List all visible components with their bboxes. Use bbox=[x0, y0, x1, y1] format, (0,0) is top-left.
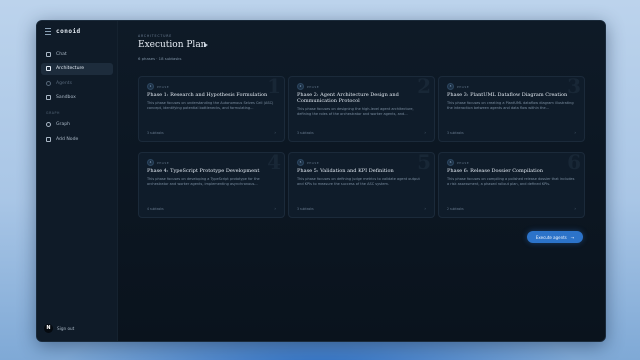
page-subtitle: 6 phases · 18 subtasks bbox=[138, 56, 182, 61]
chat-icon bbox=[46, 51, 51, 57]
phase-icon: 2 bbox=[297, 83, 304, 90]
phase-description: This phase focuses on defining judge met… bbox=[297, 177, 420, 186]
phase-label: PHASE bbox=[307, 84, 320, 89]
phase-title: Phase 1: Research and Hypothesis Formula… bbox=[147, 92, 268, 98]
subtask-count: 4 subtasks bbox=[147, 206, 164, 211]
sidebar-item-agents[interactable]: Agents bbox=[41, 77, 113, 89]
phase-description: This phase focuses on designing the high… bbox=[297, 107, 414, 116]
layers-icon bbox=[46, 66, 51, 71]
subtask-count: 3 subtasks bbox=[297, 206, 314, 211]
phase-label: PHASE bbox=[157, 160, 170, 165]
arrow-right-icon: → bbox=[570, 234, 575, 240]
menu-icon[interactable] bbox=[45, 28, 51, 35]
phase-header: 4 PHASE bbox=[147, 159, 169, 166]
brand: conoid bbox=[45, 28, 81, 35]
sidebar-item-label: Graph bbox=[56, 122, 71, 127]
avatar: N bbox=[44, 324, 53, 333]
arrow-right-icon[interactable]: › bbox=[574, 206, 576, 211]
phase-footer: 2 subtasks › bbox=[447, 206, 576, 211]
execute-agents-label: Execute agents bbox=[535, 234, 567, 240]
sidebar-item-sandbox[interactable]: Sandbox bbox=[41, 92, 113, 104]
sidebar-item-chat[interactable]: Chat bbox=[41, 48, 113, 60]
phase-card[interactable]: 4 4 PHASE Phase 4: TypeScript Prototype … bbox=[138, 152, 285, 218]
sidebar-item-architecture[interactable]: Architecture bbox=[41, 62, 113, 75]
phase-description: This phase focuses on developing a TypeS… bbox=[147, 177, 260, 186]
page-title: Execution Plan bbox=[138, 40, 207, 50]
phase-footer: 3 subtasks › bbox=[147, 130, 276, 135]
sidebar-item-label: Chat bbox=[56, 51, 67, 57]
section-label-graph: GRAPH bbox=[46, 110, 61, 115]
app-window: conoid Chat Architecture Agents Sandbox … bbox=[36, 20, 606, 342]
phase-icon: 6 bbox=[447, 159, 454, 166]
phase-footer: 3 subtasks › bbox=[447, 130, 576, 135]
main-content: ARCHITECTURE Execution Plan 6 phases · 1… bbox=[118, 21, 605, 341]
phase-description: This phase focuses on compiling a polish… bbox=[447, 177, 575, 186]
phase-footer: 3 subtasks › bbox=[297, 130, 426, 135]
phase-title: Phase 6: Release Dossier Compilation bbox=[447, 168, 543, 174]
sidebar-item-label: Architecture bbox=[56, 66, 85, 71]
phase-description: This phase focuses on understanding the … bbox=[147, 101, 274, 110]
phase-card[interactable]: 2 2 PHASE Phase 2: Agent Architecture De… bbox=[288, 76, 435, 142]
phase-title: Phase 3: PlantUML Dataflow Diagram Creat… bbox=[447, 92, 568, 98]
phase-card[interactable]: 1 1 PHASE Phase 1: Research and Hypothes… bbox=[138, 76, 285, 142]
arrow-right-icon[interactable]: › bbox=[274, 130, 276, 135]
phase-header: 6 PHASE bbox=[447, 159, 469, 166]
subtask-count: 2 subtasks bbox=[447, 206, 464, 211]
arrow-right-icon[interactable]: › bbox=[424, 130, 426, 135]
phase-footer: 4 subtasks › bbox=[147, 206, 276, 211]
phase-card[interactable]: 3 3 PHASE Phase 3: PlantUML Dataflow Dia… bbox=[438, 76, 585, 142]
sandbox-icon bbox=[46, 95, 51, 100]
subtask-count: 3 subtasks bbox=[447, 130, 464, 135]
phase-card[interactable]: 6 6 PHASE Phase 6: Release Dossier Compi… bbox=[438, 152, 585, 218]
phase-label: PHASE bbox=[307, 160, 320, 165]
graph-icon bbox=[46, 122, 51, 127]
phase-icon: 4 bbox=[147, 159, 154, 166]
arrow-right-icon[interactable]: › bbox=[424, 206, 426, 211]
phase-header: 3 PHASE bbox=[447, 83, 469, 90]
phase-label: PHASE bbox=[157, 84, 170, 89]
sidebar-nav: Chat Architecture Agents Sandbox GRAPH G… bbox=[41, 48, 113, 148]
add-node-icon bbox=[46, 136, 51, 142]
phase-title: Phase 2: Agent Architecture Design and C… bbox=[297, 92, 399, 105]
phase-footer: 3 subtasks › bbox=[297, 206, 426, 211]
phase-icon: 1 bbox=[147, 83, 154, 90]
sidebar-item-label: Agents bbox=[56, 80, 72, 86]
arrow-right-icon[interactable]: › bbox=[274, 206, 276, 211]
breadcrumb: ARCHITECTURE bbox=[138, 34, 173, 38]
sidebar-item-graph[interactable]: Graph bbox=[41, 119, 113, 131]
brand-name: conoid bbox=[56, 28, 81, 35]
phase-title: Phase 5: Validation and KPI Definition bbox=[297, 168, 394, 174]
phase-header: 5 PHASE bbox=[297, 159, 319, 166]
sidebar-item-add-node[interactable]: Add Node bbox=[41, 133, 113, 145]
sidebar-item-label: Add Node bbox=[56, 136, 79, 142]
sidebar-item-label: Sandbox bbox=[56, 95, 76, 100]
phase-title: Phase 4: TypeScript Prototype Developmen… bbox=[147, 168, 260, 174]
execute-agents-button[interactable]: Execute agents → bbox=[527, 231, 583, 243]
phase-icon: 5 bbox=[297, 159, 304, 166]
phase-description: This phase focuses on creating a PlantUM… bbox=[447, 101, 574, 110]
subtask-count: 3 subtasks bbox=[147, 130, 164, 135]
phase-label: PHASE bbox=[457, 84, 470, 89]
phase-icon: 3 bbox=[447, 83, 454, 90]
sign-out-label: Sign out bbox=[57, 326, 75, 331]
phase-header: 1 PHASE bbox=[147, 83, 169, 90]
phase-card[interactable]: 5 5 PHASE Phase 5: Validation and KPI De… bbox=[288, 152, 435, 218]
subtask-count: 3 subtasks bbox=[297, 130, 314, 135]
phase-label: PHASE bbox=[457, 160, 470, 165]
phase-header: 2 PHASE bbox=[297, 83, 319, 90]
arrow-right-icon[interactable]: › bbox=[574, 130, 576, 135]
mouse-cursor-icon bbox=[204, 43, 208, 47]
agents-icon bbox=[46, 80, 51, 86]
sign-out-button[interactable]: N Sign out bbox=[44, 324, 74, 333]
sidebar: conoid Chat Architecture Agents Sandbox … bbox=[37, 21, 118, 341]
